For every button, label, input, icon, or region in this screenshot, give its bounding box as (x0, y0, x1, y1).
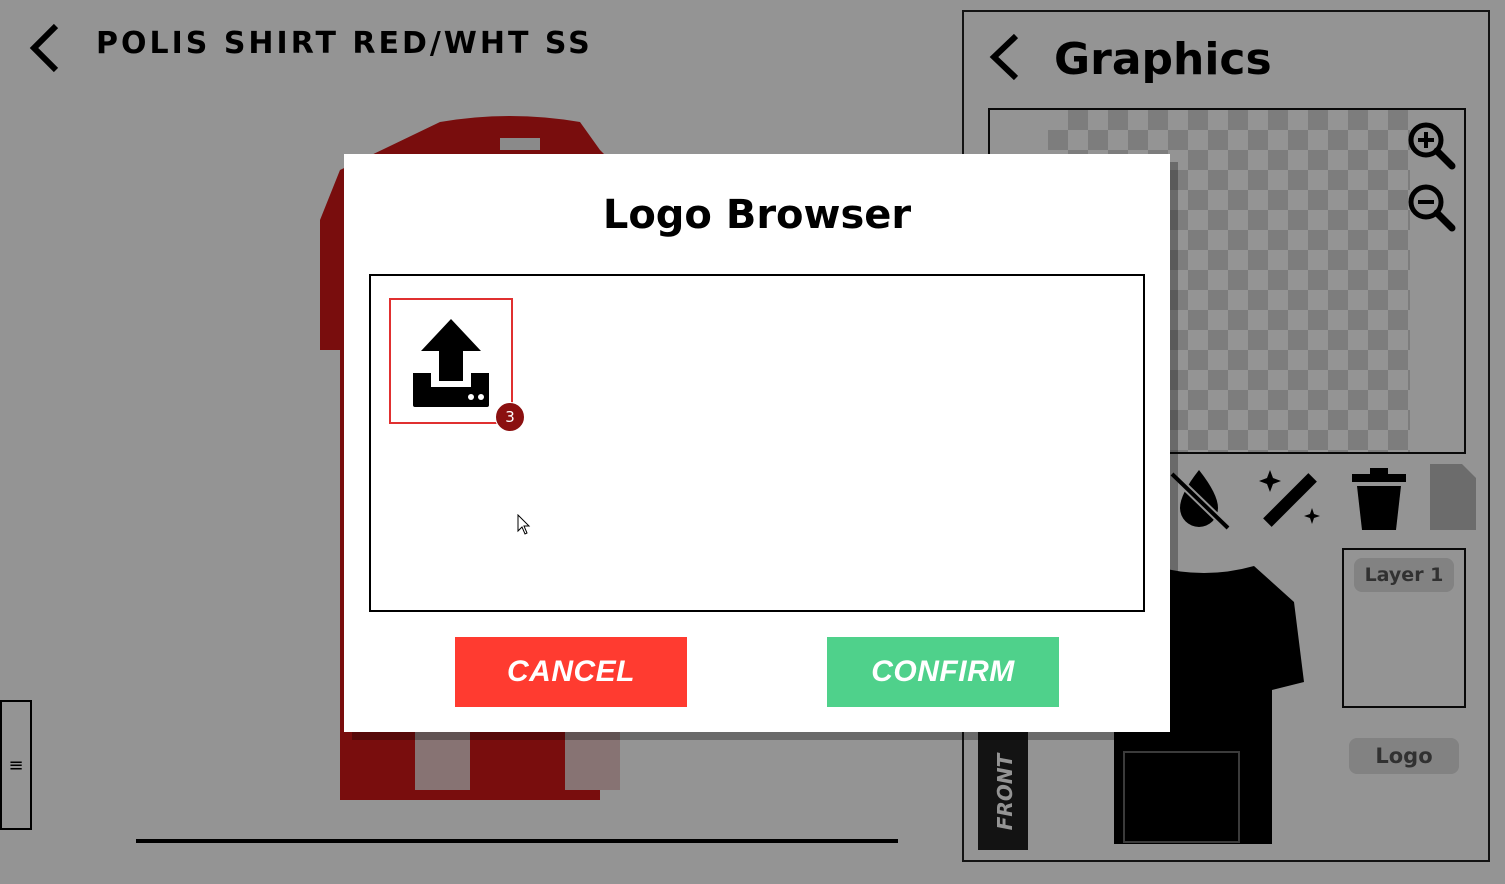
upload-badge: 3 (495, 402, 525, 432)
logo-browser-dialog: Logo Browser 3 CANCEL CONFIRM (344, 154, 1170, 732)
confirm-button[interactable]: CONFIRM (827, 637, 1059, 707)
upload-logo-button[interactable] (389, 298, 513, 424)
logo-list: 3 (369, 274, 1145, 612)
cancel-button[interactable]: CANCEL (455, 637, 687, 707)
upload-icon (413, 319, 489, 407)
dialog-title: Logo Browser (602, 192, 912, 238)
mouse-cursor-icon (517, 513, 531, 536)
app-root: POLIS SHIRT RED/WHT SS ≡ Graphics Layer … (0, 0, 1505, 884)
